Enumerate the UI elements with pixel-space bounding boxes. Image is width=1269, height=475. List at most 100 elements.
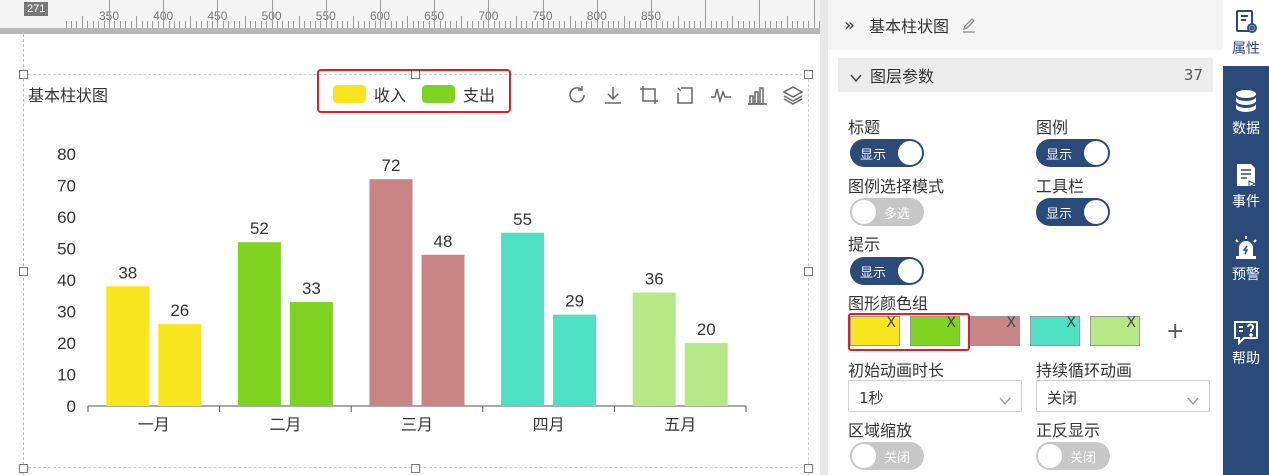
tooltip-label: 提示 (848, 235, 881, 254)
anim-duration-label: 初始动画时长 (848, 361, 945, 380)
title-toggle-text: 显示 (860, 148, 887, 163)
remove-color-icon[interactable]: X (1066, 315, 1076, 331)
help-icon (1232, 318, 1260, 346)
sidebar-label-data: 数据 (1232, 121, 1260, 137)
bar-income (106, 286, 150, 406)
color-chip-4[interactable]: X (1030, 315, 1080, 346)
y-tick-label: 70 (57, 177, 76, 196)
legend-toggle[interactable]: 显示 (1036, 139, 1110, 167)
sidebar-item-alarm[interactable]: 预警 (1223, 226, 1269, 292)
add-color-button[interactable]: + (1166, 319, 1184, 344)
toggle-knob (1084, 200, 1108, 224)
sidebar-item-properties[interactable]: 属性 (1223, 0, 1269, 66)
loop-anim-value: 关闭 (1047, 389, 1078, 407)
data-label: 33 (302, 279, 321, 298)
right-sidebar: 属性 数据 事件 预警 帮助 (1223, 0, 1269, 475)
bar-expense (421, 254, 465, 406)
chevron-down-icon (850, 69, 862, 83)
property-panel: » 基本柱状图 图层参数 37 标题 显示 图例 显示 图例选择模式 多选 工具… (820, 0, 1229, 475)
edit-pencil-icon[interactable] (961, 17, 977, 33)
toolbar-label: 工具栏 (1036, 177, 1085, 196)
chevron-down-icon (1187, 391, 1199, 406)
x-tick-label: 一月 (138, 415, 170, 434)
y-tick-label: 0 (67, 397, 76, 416)
legend-mode-toggle-text: 多选 (884, 207, 911, 222)
collapse-panel-icon[interactable]: » (844, 15, 855, 36)
toggle-knob (898, 141, 922, 165)
sidebar-item-help[interactable]: 帮助 (1223, 310, 1269, 376)
toolbar-toggle[interactable]: 显示 (1036, 198, 1110, 226)
toggle-knob (1038, 444, 1062, 468)
x-tick-label: 四月 (533, 415, 565, 434)
legend-label: 图例 (1036, 118, 1069, 137)
data-label: 29 (565, 292, 584, 311)
toggle-knob (852, 200, 876, 224)
legend-mode-toggle[interactable]: 多选 (850, 198, 924, 226)
x-tick-label: 二月 (269, 415, 301, 434)
colors-highlight-box (848, 313, 970, 351)
bar-income (369, 179, 413, 406)
design-canvas[interactable]: 350400450500550600650700750800850 271 基本… (0, 0, 820, 475)
reverse-label: 正反显示 (1036, 421, 1101, 440)
anim-duration-select[interactable]: 1秒 (848, 380, 1022, 412)
layer-params-group[interactable]: 图层参数 37 (838, 58, 1213, 92)
zoom-label: 区域缩放 (848, 421, 913, 440)
anim-duration-value: 1秒 (859, 389, 884, 407)
sidebar-item-data[interactable]: 数据 (1223, 80, 1269, 146)
data-label: 52 (250, 219, 269, 238)
tooltip-toggle[interactable]: 显示 (850, 257, 924, 285)
properties-icon (1232, 8, 1260, 36)
bar-income (501, 232, 545, 406)
group-title: 图层参数 (870, 67, 935, 86)
event-icon (1232, 161, 1260, 189)
legend-toggle-text: 显示 (1046, 148, 1073, 163)
title-label: 标题 (848, 118, 881, 137)
toggle-knob (898, 259, 922, 283)
y-tick-label: 40 (57, 271, 76, 290)
remove-color-icon[interactable]: X (1126, 315, 1136, 331)
bar-income (632, 292, 676, 406)
data-label: 55 (513, 210, 532, 229)
bar-income (237, 242, 281, 406)
reverse-toggle-text: 关闭 (1070, 451, 1097, 466)
sidebar-item-events[interactable]: 事件 (1223, 153, 1269, 219)
database-icon (1232, 88, 1260, 116)
zoom-toggle-text: 关闭 (884, 451, 911, 466)
alarm-icon (1232, 234, 1260, 262)
reverse-toggle[interactable]: 关闭 (1036, 442, 1110, 470)
title-toggle[interactable]: 显示 (850, 139, 924, 167)
toggle-knob (852, 444, 876, 468)
toolbar-toggle-text: 显示 (1046, 207, 1073, 222)
colors-label: 图形颜色组 (848, 294, 929, 313)
chevron-down-icon (999, 391, 1011, 406)
remove-color-icon[interactable]: X (1006, 315, 1016, 331)
y-tick-label: 30 (57, 303, 76, 322)
y-tick-label: 20 (57, 334, 76, 353)
y-tick-label: 50 (57, 240, 76, 259)
zoom-toggle[interactable]: 关闭 (850, 442, 924, 470)
bar-expense (684, 343, 728, 406)
color-chip-3[interactable]: X (970, 315, 1020, 346)
y-tick-label: 80 (57, 145, 76, 164)
sidebar-label-properties: 属性 (1232, 41, 1260, 57)
tooltip-toggle-text: 显示 (860, 266, 887, 281)
loop-anim-select[interactable]: 关闭 (1036, 380, 1210, 412)
panel-header: » 基本柱状图 (828, 0, 1223, 50)
x-tick-label: 五月 (664, 415, 696, 434)
bar-expense (289, 302, 333, 406)
data-label: 36 (645, 270, 664, 289)
loop-anim-label: 持续循环动画 (1036, 361, 1133, 380)
x-tick-label: 三月 (401, 415, 433, 434)
data-label: 20 (697, 320, 716, 339)
data-label: 72 (382, 156, 401, 175)
data-label: 26 (170, 301, 189, 320)
sidebar-label-alarm: 预警 (1232, 267, 1260, 283)
bar-expense (158, 324, 202, 406)
color-chip-5[interactable]: X (1090, 315, 1140, 346)
y-tick-label: 10 (57, 366, 76, 385)
y-tick-label: 60 (57, 208, 76, 227)
toggle-knob (1084, 141, 1108, 165)
bar-expense (553, 314, 597, 406)
group-count: 37 (1183, 66, 1203, 84)
panel-title: 基本柱状图 (869, 17, 950, 36)
